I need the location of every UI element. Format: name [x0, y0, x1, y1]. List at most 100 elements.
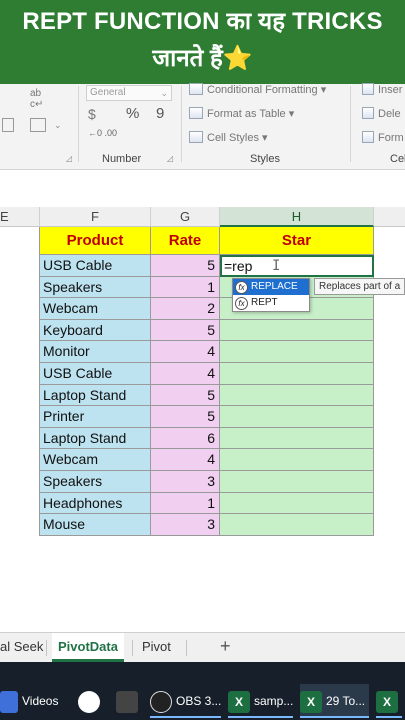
taskbar-app-2[interactable]	[78, 684, 104, 718]
taskbar-videos[interactable]: Videos	[0, 684, 58, 718]
table-cell-product[interactable]: Webcam	[40, 298, 151, 320]
cell-styles-icon	[189, 131, 203, 143]
cell-styles-button[interactable]: Cell Styles ▾	[189, 131, 268, 144]
table-cell-product[interactable]: Monitor	[40, 341, 151, 363]
sheet-tab-pivot[interactable]: Pivot	[136, 633, 177, 662]
merge-center-icon[interactable]	[30, 118, 46, 132]
table-cell-rate[interactable]: 3	[151, 471, 220, 493]
autocomplete-item-label: REPT	[251, 297, 278, 308]
taskbar-excel-3[interactable]: X	[376, 684, 402, 718]
format-label: Form	[378, 132, 404, 144]
taskbar-excel-2[interactable]: X 29 To...	[300, 684, 370, 718]
banner-line-2: जानते हैं⭐	[0, 40, 405, 78]
insert-button[interactable]: Inser	[362, 83, 402, 96]
table-cell-product[interactable]: Speakers	[40, 471, 151, 493]
column-header-e[interactable]: E	[0, 207, 40, 227]
percent-icon[interactable]: %	[126, 105, 139, 122]
currency-icon[interactable]: $	[88, 106, 96, 122]
sheet-tab-pivotdata[interactable]: PivotData	[52, 633, 124, 662]
autocomplete-item-replace[interactable]: fx REPLACE	[233, 279, 309, 295]
number-format-combo[interactable]: General ⌄	[86, 85, 172, 101]
table-cell-product[interactable]: Headphones	[40, 492, 151, 515]
banner-line-1: REPT FUNCTION का यह TRICKS	[22, 8, 383, 35]
table-cell-product[interactable]: Webcam	[40, 449, 151, 471]
function-autocomplete-list[interactable]: fx REPLACE fx REPT	[232, 278, 310, 312]
autocomplete-item-rept[interactable]: fx REPT	[233, 295, 309, 311]
screen: REPT FUNCTION का यह TRICKS जानते हैं⭐ ab…	[0, 0, 405, 720]
table-cell-star[interactable]	[220, 471, 374, 493]
table-cell-rate[interactable]: 4	[151, 341, 220, 363]
banner-line-2-text: जानते हैं	[152, 45, 223, 72]
table-header-rate[interactable]: Rate	[151, 227, 220, 255]
table-cell-rate[interactable]: 3	[151, 514, 220, 536]
worksheet-grid[interactable]: E F G H Product Rate Star USB Cable 5 =rep Spe…	[0, 170, 405, 632]
function-icon: fx	[235, 280, 248, 294]
taskbar-obs[interactable]: OBS 3...	[150, 684, 222, 718]
merge-dropdown-icon[interactable]: ⌄	[54, 120, 62, 131]
table-cell-star[interactable]	[220, 449, 374, 471]
table-cell-star[interactable]	[220, 319, 374, 342]
column-e-cells[interactable]	[0, 227, 40, 536]
number-launcher-icon[interactable]: ◿	[167, 154, 173, 163]
conditional-formatting-label: Conditional Formatting ▾	[207, 84, 327, 96]
table-cell-product[interactable]: Mouse	[40, 514, 151, 536]
clapperboard-icon	[116, 690, 138, 713]
excel-icon: X	[300, 690, 322, 713]
table-cell-rate[interactable]: 4	[151, 363, 220, 385]
table-cell-product[interactable]: Printer	[40, 406, 151, 428]
table-cell-rate[interactable]: 1	[151, 492, 220, 515]
ribbon: ab c↵ ⌄ ◿ General ⌄ $ % 9 ←0 .00 Number ◿…	[0, 83, 405, 170]
taskbar-videos-label: Videos	[22, 694, 59, 708]
table-cell-rate[interactable]: 5	[151, 255, 220, 277]
table-cell-rate[interactable]: 1	[151, 276, 220, 299]
merge-icon[interactable]	[2, 118, 14, 132]
cell-styles-label: Cell Styles ▾	[207, 132, 268, 144]
column-header-i[interactable]	[374, 207, 405, 227]
conditional-formatting-button[interactable]: Conditional Formatting ▾	[189, 83, 326, 96]
column-header-h[interactable]: H	[220, 207, 374, 227]
table-cell-product[interactable]: USB Cable	[40, 363, 151, 385]
group-label-styles: Styles	[250, 153, 280, 165]
table-header-product[interactable]: Product	[40, 227, 151, 255]
format-button[interactable]: Form	[362, 131, 404, 144]
table-cell-product[interactable]: USB Cable	[40, 255, 151, 277]
column-header-f[interactable]: F	[40, 207, 151, 227]
table-cell-rate[interactable]: 5	[151, 406, 220, 428]
star-emoji-icon: ⭐	[222, 45, 253, 72]
alignment-launcher-icon[interactable]: ◿	[66, 154, 72, 163]
table-cell-star[interactable]	[220, 427, 374, 450]
table-cell-star[interactable]	[220, 514, 374, 536]
chevron-down-icon: ⌄	[160, 88, 168, 98]
taskbar-obs-label: OBS 3...	[176, 694, 222, 708]
table-cell-rate[interactable]: 4	[151, 449, 220, 471]
table-cell-rate[interactable]: 5	[151, 319, 220, 342]
table-cell-star[interactable]	[220, 341, 374, 363]
table-cell-star[interactable]	[220, 384, 374, 407]
table-cell-product[interactable]: Keyboard	[40, 319, 151, 342]
comma-style-icon[interactable]: 9	[156, 105, 164, 122]
table-cell-product[interactable]: Speakers	[40, 276, 151, 299]
delete-button[interactable]: Dele	[362, 107, 401, 120]
table-cell-rate[interactable]: 2	[151, 298, 220, 320]
table-header-star[interactable]: Star	[220, 227, 374, 255]
table-cell-product[interactable]: Laptop Stand	[40, 427, 151, 450]
format-icon	[362, 131, 374, 143]
table-cell-star[interactable]	[220, 492, 374, 515]
tab-divider	[186, 640, 187, 656]
add-sheet-button[interactable]: +	[220, 636, 231, 657]
table-cell-rate[interactable]: 6	[151, 427, 220, 450]
taskbar-app-3[interactable]	[116, 684, 142, 718]
wrap-text-icon[interactable]: ab c↵	[30, 88, 43, 110]
table-cell-star[interactable]	[220, 363, 374, 385]
table-cell-rate[interactable]: 5	[151, 384, 220, 407]
excel-icon: X	[228, 690, 250, 713]
format-as-table-button[interactable]: Format as Table ▾	[189, 107, 294, 120]
sheet-tab-goal-seek[interactable]: al Seek	[0, 633, 49, 662]
decimal-buttons[interactable]: ←0 .00	[88, 128, 117, 138]
column-header-g[interactable]: G	[151, 207, 220, 227]
table-cell-star[interactable]: =rep	[220, 255, 374, 277]
table-cell-product[interactable]: Laptop Stand	[40, 384, 151, 407]
taskbar-excel-2-label: 29 To...	[326, 694, 366, 708]
table-cell-star[interactable]	[220, 406, 374, 428]
taskbar-excel-1[interactable]: Xsamp...	[228, 684, 294, 718]
